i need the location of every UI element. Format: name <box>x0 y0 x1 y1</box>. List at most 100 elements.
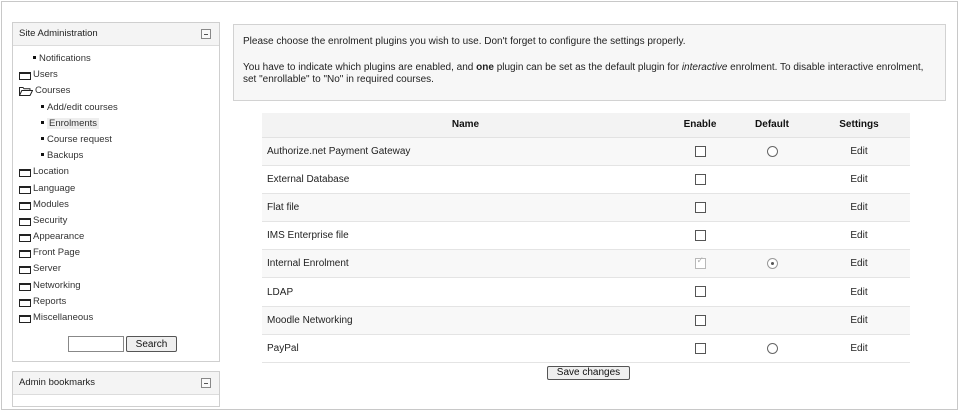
table-row: Moodle Networking Edit <box>262 306 910 335</box>
default-radio[interactable] <box>766 342 778 354</box>
table-row: IMS Enterprise file Edit <box>262 221 910 251</box>
tree-item-courses[interactable]: Courses <box>13 83 219 99</box>
info-text: plugin can be set as the default plugin … <box>493 62 682 73</box>
info-line-2: You have to indicate which plugins are e… <box>243 62 936 86</box>
tree-item-users[interactable]: Users <box>13 67 219 83</box>
settings-cell: Edit <box>808 165 910 194</box>
plugin-name: External Database <box>262 165 664 194</box>
default-cell <box>736 137 808 166</box>
header-enable: Enable <box>664 113 736 138</box>
table-row: Authorize.net Payment Gateway Edit <box>262 137 910 166</box>
admin-tree: Notifications Users Courses Add/edit cou… <box>13 46 219 326</box>
enrolment-plugins-table: Name Enable Default Settings Authorize.n… <box>262 113 910 364</box>
folder-closed-icon <box>19 185 31 194</box>
enable-cell <box>664 334 736 364</box>
tree-item-security[interactable]: Security <box>13 213 219 229</box>
tree-item-appearance[interactable]: Appearance <box>13 229 219 245</box>
default-cell <box>736 221 808 251</box>
enable-cell <box>664 306 736 335</box>
enable-checkbox[interactable] <box>694 286 706 298</box>
admin-search-input[interactable] <box>68 336 124 352</box>
search-button[interactable]: Search <box>126 336 177 352</box>
default-radio[interactable] <box>766 145 778 157</box>
info-italic-text: interactive <box>681 62 728 73</box>
enable-cell <box>664 249 736 279</box>
header-name: Name <box>262 113 664 138</box>
enable-cell <box>664 165 736 194</box>
site-administration-header: Site Administration <box>13 23 219 46</box>
table-row: Internal Enrolment Edit <box>262 249 910 279</box>
default-cell <box>736 165 808 194</box>
info-bold-text: one <box>476 62 494 73</box>
header-settings: Settings <box>808 113 910 138</box>
table-row: PayPal Edit <box>262 334 910 364</box>
edit-link[interactable]: Edit <box>850 230 867 241</box>
tree-item-miscellaneous[interactable]: Miscellaneous <box>13 310 219 326</box>
edit-link[interactable]: Edit <box>850 174 867 185</box>
tree-item-front-page[interactable]: Front Page <box>13 245 219 261</box>
settings-cell: Edit <box>808 193 910 223</box>
tree-item-server[interactable]: Server <box>13 261 219 277</box>
plugin-name: IMS Enterprise file <box>262 221 664 251</box>
plugin-name: Internal Enrolment <box>262 249 664 279</box>
info-line-1: Please choose the enrolment plugins you … <box>243 36 686 47</box>
enrolment-info-box: Please choose the enrolment plugins you … <box>233 24 946 101</box>
bullet-icon <box>41 136 44 140</box>
default-radio[interactable] <box>766 258 778 270</box>
folder-closed-icon <box>19 298 31 307</box>
enable-checkbox[interactable] <box>694 201 706 213</box>
bullet-icon <box>33 56 36 59</box>
folder-open-icon <box>19 87 33 97</box>
enable-checkbox[interactable] <box>694 173 706 185</box>
collapse-icon[interactable] <box>201 29 211 39</box>
folder-closed-icon <box>19 201 31 210</box>
info-text: You have to indicate which plugins are e… <box>243 62 477 73</box>
plugin-name: Authorize.net Payment Gateway <box>262 137 664 166</box>
settings-cell: Edit <box>808 277 910 307</box>
enable-cell <box>664 277 736 307</box>
save-changes-button[interactable]: Save changes <box>547 366 630 380</box>
edit-link[interactable]: Edit <box>850 202 867 213</box>
edit-link[interactable]: Edit <box>850 343 867 354</box>
folder-closed-icon <box>19 234 31 243</box>
default-cell <box>736 306 808 335</box>
tree-item-enrolments[interactable]: Enrolments <box>13 116 219 132</box>
folder-closed-icon <box>19 266 31 275</box>
tree-item-course-request[interactable]: Course request <box>13 132 219 148</box>
tree-item-language[interactable]: Language <box>13 181 219 197</box>
tree-item-reports[interactable]: Reports <box>13 294 219 310</box>
edit-link[interactable]: Edit <box>850 287 867 298</box>
header-default: Default <box>736 113 808 138</box>
edit-link[interactable]: Edit <box>850 146 867 157</box>
tree-item-location[interactable]: Location <box>13 164 219 180</box>
block-title: Admin bookmarks <box>19 377 96 388</box>
enable-checkbox[interactable] <box>694 230 706 242</box>
tree-item-networking[interactable]: Networking <box>13 278 219 294</box>
settings-cell: Edit <box>808 249 910 279</box>
bullet-icon <box>41 120 44 124</box>
folder-closed-icon <box>19 217 31 226</box>
edit-link[interactable]: Edit <box>850 258 867 269</box>
enable-checkbox[interactable] <box>694 342 706 354</box>
table-row: Flat file Edit <box>262 193 910 223</box>
enable-checkbox[interactable] <box>694 314 706 326</box>
collapse-icon[interactable] <box>201 378 211 388</box>
enable-cell <box>664 137 736 166</box>
plugin-name: Flat file <box>262 193 664 223</box>
tree-item-add-edit-courses[interactable]: Add/edit courses <box>13 100 219 116</box>
folder-closed-icon <box>19 282 31 291</box>
tree-item-notifications[interactable]: Notifications <box>13 51 219 67</box>
enable-checkbox[interactable] <box>694 145 706 157</box>
tree-item-backups[interactable]: Backups <box>13 148 219 164</box>
default-cell <box>736 277 808 307</box>
plugin-name: LDAP <box>262 277 664 307</box>
settings-cell: Edit <box>808 334 910 364</box>
bullet-icon <box>41 104 44 108</box>
table-row: External Database Edit <box>262 165 910 194</box>
folder-closed-icon <box>19 250 31 259</box>
tree-item-modules[interactable]: Modules <box>13 197 219 213</box>
edit-link[interactable]: Edit <box>850 315 867 326</box>
enable-cell <box>664 221 736 251</box>
enable-cell <box>664 193 736 223</box>
default-cell <box>736 249 808 279</box>
